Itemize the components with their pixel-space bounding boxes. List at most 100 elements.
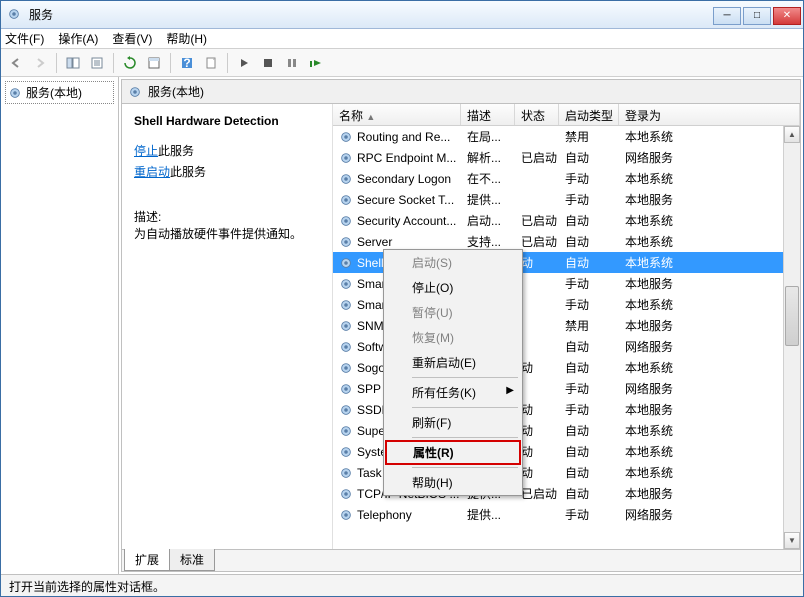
list-header: 名称 ▲ 描述 状态 启动类型 登录为 [333, 104, 800, 126]
status-text: 打开当前选择的属性对话框。 [9, 580, 165, 594]
ctx-restart[interactable]: 重新启动(E) [384, 350, 522, 375]
tree-root-item[interactable]: 服务(本地) [5, 81, 114, 104]
statusbar: 打开当前选择的属性对话框。 [1, 574, 803, 596]
services-icon [128, 85, 142, 99]
forward-button[interactable] [29, 52, 51, 74]
tab-extended[interactable]: 扩展 [124, 549, 170, 571]
ctx-start[interactable]: 启动(S) [384, 250, 522, 275]
cell-logon: 本地系统 [619, 128, 800, 145]
refresh-button[interactable] [119, 52, 141, 74]
cell-logon: 本地系统 [619, 212, 800, 229]
services-window: 服务 ─ □ ✕ 文件(F) 操作(A) 查看(V) 帮助(H) ? [0, 0, 804, 597]
cell-name: Security Account... [333, 214, 461, 228]
cell-desc: 在局... [461, 128, 515, 145]
cell-logon: 本地服务 [619, 485, 800, 502]
cell-logon: 本地系统 [619, 170, 800, 187]
right-pane: 服务(本地) Shell Hardware Detection 停止此服务 重启… [121, 79, 801, 572]
description-text: 为自动播放硬件事件提供通知。 [134, 225, 320, 242]
titlebar: 服务 ─ □ ✕ [1, 1, 803, 29]
cell-logon: 本地服务 [619, 275, 800, 292]
vertical-scrollbar[interactable]: ▲ ▼ [783, 126, 800, 549]
cell-logon: 网络服务 [619, 380, 800, 397]
cell-logon: 本地系统 [619, 359, 800, 376]
scroll-up-button[interactable]: ▲ [784, 126, 800, 143]
services-icon [7, 7, 23, 23]
right-header: 服务(本地) [122, 80, 800, 104]
close-button[interactable]: ✕ [773, 7, 801, 25]
menu-file[interactable]: 文件(F) [5, 30, 44, 47]
cell-start: 手动 [559, 506, 619, 523]
window-buttons: ─ □ ✕ [713, 5, 803, 25]
cell-start: 手动 [559, 380, 619, 397]
cell-start: 自动 [559, 149, 619, 166]
start-service-button[interactable] [233, 52, 255, 74]
cell-desc: 支持... [461, 233, 515, 250]
restart-link[interactable]: 重启动 [134, 165, 170, 179]
table-row[interactable]: Secondary Logon在不...手动本地系统 [333, 168, 800, 189]
col-name[interactable]: 名称 ▲ [333, 104, 461, 125]
menu-action[interactable]: 操作(A) [58, 30, 98, 47]
col-status[interactable]: 状态 [515, 104, 559, 125]
scroll-thumb[interactable] [785, 286, 799, 346]
back-button[interactable] [5, 52, 27, 74]
properties-button[interactable] [143, 52, 165, 74]
cell-desc: 提供... [461, 191, 515, 208]
cell-start: 自动 [559, 464, 619, 481]
cell-desc: 启动... [461, 212, 515, 229]
ctx-stop[interactable]: 停止(O) [384, 275, 522, 300]
stop-service-button[interactable] [257, 52, 279, 74]
maximize-button[interactable]: □ [743, 7, 771, 25]
col-startup-type[interactable]: 启动类型 [559, 104, 619, 125]
export-list-button[interactable] [86, 52, 108, 74]
cell-start: 自动 [559, 212, 619, 229]
table-row[interactable]: Secure Socket T...提供...手动本地服务 [333, 189, 800, 210]
pause-service-button[interactable] [281, 52, 303, 74]
cell-logon: 本地系统 [619, 254, 800, 271]
menu-help[interactable]: 帮助(H) [166, 30, 207, 47]
cell-logon: 网络服务 [619, 338, 800, 355]
cell-desc: 在不... [461, 170, 515, 187]
ctx-resume[interactable]: 恢复(M) [384, 325, 522, 350]
ctx-refresh[interactable]: 刷新(F) [384, 410, 522, 435]
submenu-arrow-icon: ▶ [506, 385, 514, 396]
table-row[interactable]: Telephony提供...手动网络服务 [333, 504, 800, 525]
cell-desc: 解析... [461, 149, 515, 166]
ctx-help[interactable]: 帮助(H) [384, 470, 522, 495]
minimize-button[interactable]: ─ [713, 7, 741, 25]
cell-start: 自动 [559, 254, 619, 271]
cell-status: 已启动 [515, 149, 559, 166]
cell-start: 手动 [559, 191, 619, 208]
service-list: 名称 ▲ 描述 状态 启动类型 登录为 Routing and Re...在局.… [332, 104, 800, 549]
cell-logon: 本地系统 [619, 233, 800, 250]
cell-name: Server [333, 235, 461, 249]
show-hide-tree-button[interactable] [62, 52, 84, 74]
services-icon [8, 86, 22, 100]
table-row[interactable]: Routing and Re...在局...禁用本地系统 [333, 126, 800, 147]
scroll-down-button[interactable]: ▼ [784, 532, 800, 549]
restart-service-button[interactable] [305, 52, 327, 74]
help-button[interactable]: ? [176, 52, 198, 74]
ctx-all-tasks[interactable]: 所有任务(K)▶ [384, 380, 522, 405]
cell-logon: 本地服务 [619, 317, 800, 334]
table-row[interactable]: RPC Endpoint M...解析...已启动自动网络服务 [333, 147, 800, 168]
tab-standard[interactable]: 标准 [169, 549, 215, 571]
stop-link[interactable]: 停止 [134, 144, 158, 158]
cell-status: 已启动 [515, 212, 559, 229]
col-logon-as[interactable]: 登录为 [619, 104, 800, 125]
cell-logon: 本地系统 [619, 422, 800, 439]
svg-text:?: ? [183, 56, 190, 70]
ctx-pause[interactable]: 暂停(U) [384, 300, 522, 325]
action-button[interactable] [200, 52, 222, 74]
cell-start: 禁用 [559, 128, 619, 145]
tree-root-label: 服务(本地) [26, 84, 82, 101]
view-tabs: 扩展 标准 [122, 549, 800, 571]
context-menu: 启动(S) 停止(O) 暂停(U) 恢复(M) 重新启动(E) 所有任务(K)▶… [383, 249, 523, 496]
ctx-properties[interactable]: 属性(R) [385, 440, 521, 465]
col-description[interactable]: 描述 [461, 104, 515, 125]
table-row[interactable]: Security Account...启动...已启动自动本地系统 [333, 210, 800, 231]
right-body: Shell Hardware Detection 停止此服务 重启动此服务 描述… [122, 104, 800, 549]
menu-view[interactable]: 查看(V) [112, 30, 152, 47]
body-area: 服务(本地) 服务(本地) Shell Hardware Detection 停… [1, 77, 803, 574]
cell-logon: 本地系统 [619, 464, 800, 481]
cell-logon: 网络服务 [619, 506, 800, 523]
